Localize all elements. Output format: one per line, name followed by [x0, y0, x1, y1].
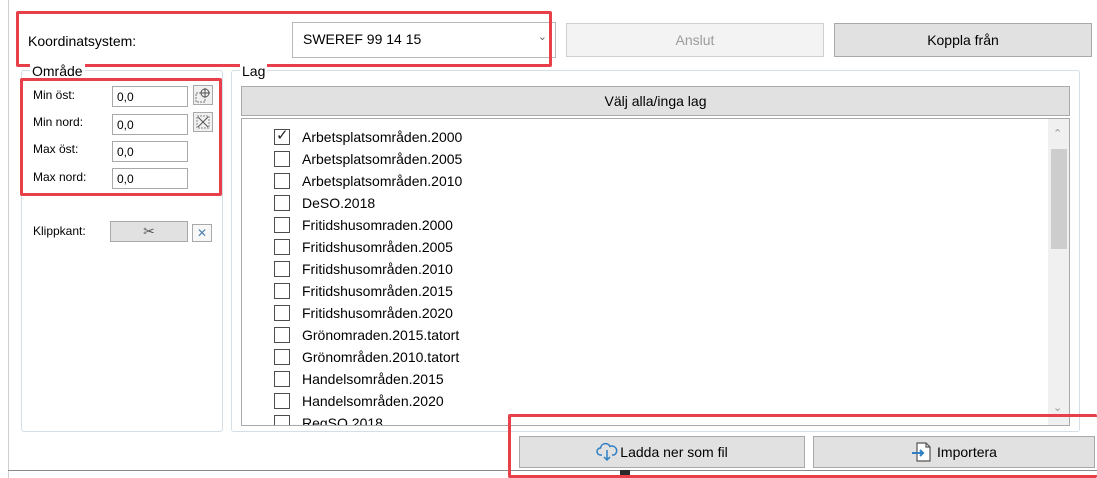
clip-button[interactable]: ✂	[110, 221, 188, 242]
list-item[interactable]: Fritidshusområden.2005	[274, 236, 453, 258]
area-group-title: Område	[30, 63, 85, 79]
list-item[interactable]: Handelsområden.2020	[274, 390, 444, 412]
list-item[interactable]: Arbetsplatsområden.2005	[274, 148, 462, 170]
layer-checkbox[interactable]	[274, 217, 290, 233]
list-item[interactable]: Handelsområden.2015	[274, 368, 444, 390]
area-highlight	[20, 78, 222, 196]
layer-checkbox[interactable]: ✓	[274, 127, 290, 145]
layer-checkbox[interactable]	[274, 173, 290, 189]
clear-x-icon: ✕	[196, 226, 208, 240]
layer-checkbox[interactable]	[274, 305, 290, 321]
layer-checkbox[interactable]	[274, 151, 290, 167]
list-item[interactable]: ✓ Arbetsplatsområden.2000	[274, 126, 462, 148]
bottom-actions-highlight	[508, 414, 1097, 478]
check-icon: ✓	[276, 127, 289, 144]
layers-scrollbar[interactable]: ⌃ ⌄	[1048, 119, 1069, 425]
scissors-icon: ✂	[143, 223, 155, 239]
list-item[interactable]: RegSO.2018	[274, 412, 383, 425]
layer-checkbox[interactable]	[274, 261, 290, 277]
layers-list[interactable]: ✓ Arbetsplatsområden.2000 Arbetsplatsområ…	[241, 118, 1070, 426]
list-item[interactable]: DeSO.2018	[274, 192, 375, 214]
coord-system-highlight	[16, 11, 552, 67]
layers-group-title: Lag	[240, 63, 268, 79]
list-item[interactable]: Arbetsplatsområden.2010	[274, 170, 462, 192]
clip-label: Klippkant:	[33, 224, 86, 238]
list-item[interactable]: Fritidshusområden.2020	[274, 302, 453, 324]
list-item[interactable]: Grönområden.2010.tatort	[274, 346, 459, 368]
scroll-down-icon[interactable]: ⌄	[1053, 401, 1062, 414]
layer-checkbox[interactable]	[274, 349, 290, 365]
clear-clip-button[interactable]: ✕	[192, 224, 212, 242]
layer-checkbox[interactable]	[274, 239, 290, 255]
layer-checkbox[interactable]	[274, 371, 290, 387]
scrollbar-thumb[interactable]	[1051, 149, 1067, 249]
list-item[interactable]: Grönomraden.2015.tatort	[274, 324, 459, 346]
list-item[interactable]: Fritidshusområden.2010	[274, 258, 453, 280]
scroll-up-icon[interactable]: ⌃	[1053, 127, 1062, 140]
list-item[interactable]: Fritidshusomraden.2000	[274, 214, 453, 236]
disconnect-button[interactable]: Koppla från	[834, 23, 1092, 57]
layer-checkbox[interactable]	[274, 283, 290, 299]
connect-button[interactable]: Anslut	[566, 23, 824, 57]
layer-checkbox[interactable]	[274, 327, 290, 343]
layer-checkbox[interactable]	[274, 195, 290, 211]
layer-checkbox[interactable]	[274, 393, 290, 409]
window-left-border	[8, 0, 9, 478]
list-item[interactable]: Fritidshusområden.2015	[274, 280, 453, 302]
select-all-layers-button[interactable]: Välj alla/inga lag	[241, 86, 1070, 116]
layer-checkbox[interactable]	[274, 415, 290, 425]
